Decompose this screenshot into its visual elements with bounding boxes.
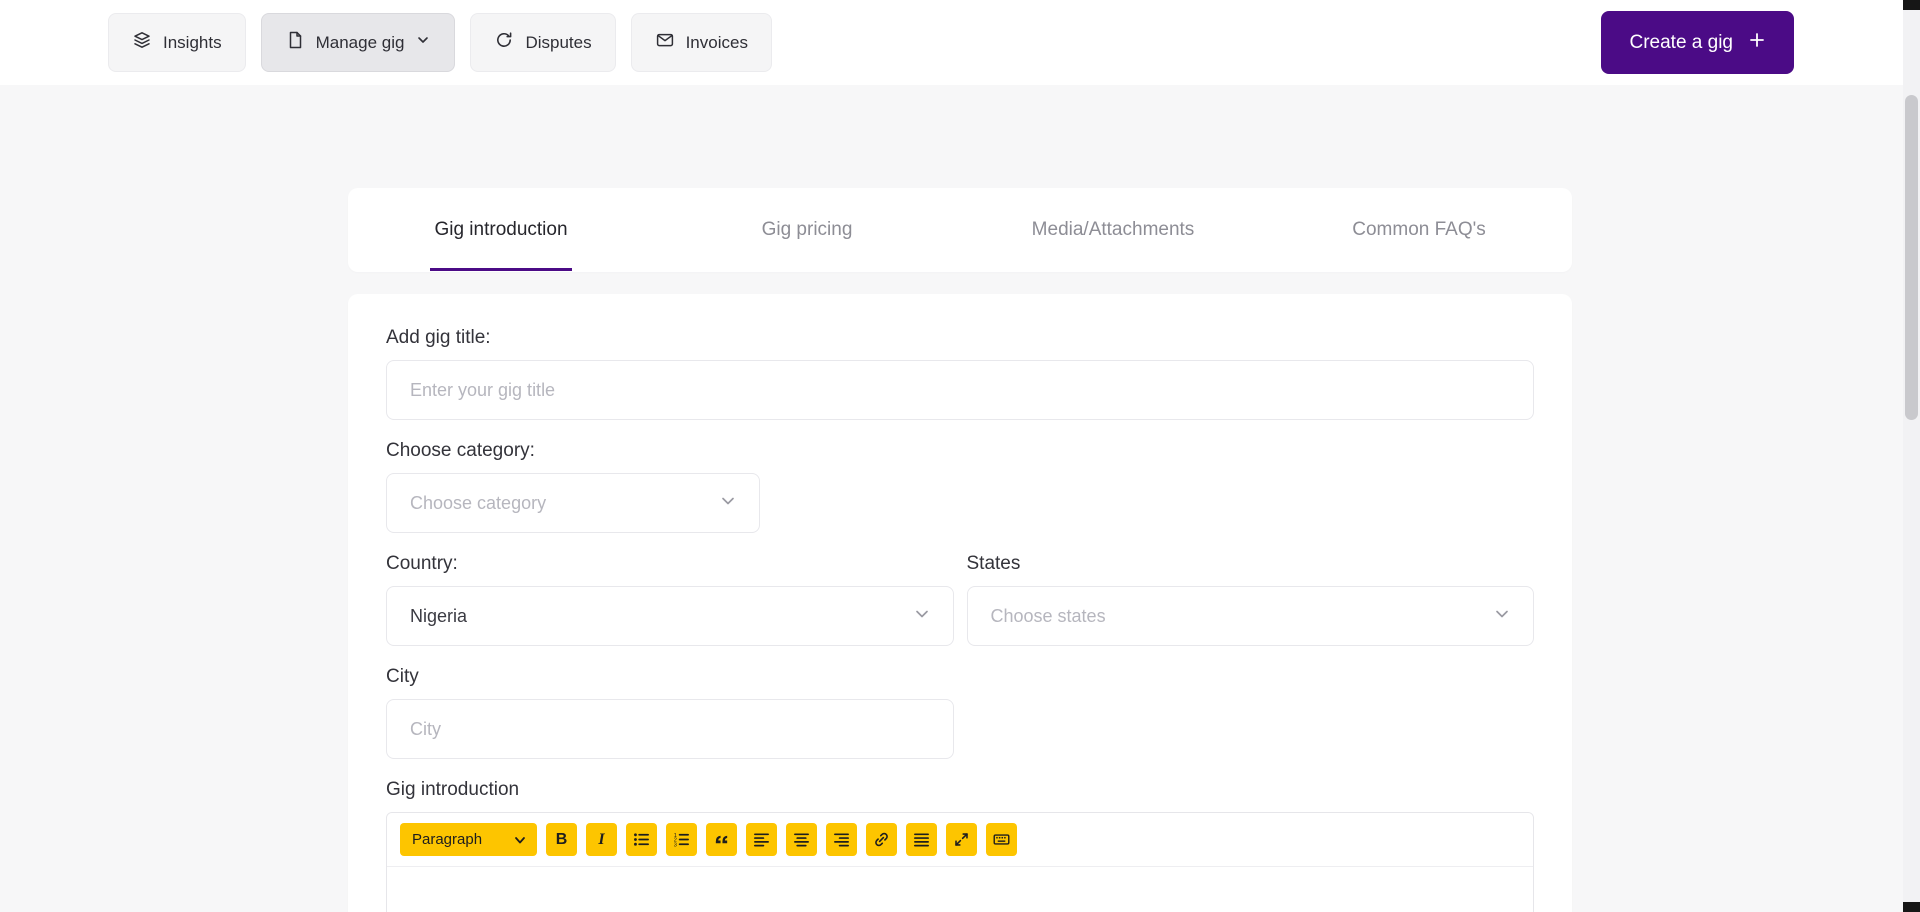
tab-common-faqs[interactable]: Common FAQ's bbox=[1266, 188, 1572, 272]
fullscreen-button[interactable] bbox=[946, 823, 977, 856]
align-justify-button[interactable] bbox=[906, 823, 937, 856]
country-select[interactable]: Nigeria bbox=[386, 586, 954, 646]
bold-button[interactable]: B bbox=[546, 823, 577, 856]
nav-invoices-button[interactable]: Invoices bbox=[630, 13, 772, 72]
keyboard-button[interactable] bbox=[986, 823, 1017, 856]
states-select[interactable]: Choose states bbox=[966, 586, 1534, 646]
italic-icon: I bbox=[598, 830, 605, 848]
document-icon bbox=[285, 30, 305, 55]
page-scrollbar[interactable] bbox=[1903, 0, 1920, 912]
blockquote-icon bbox=[713, 831, 730, 848]
top-bar: Insights Manage gig Disputes Invoices Cr… bbox=[0, 0, 1920, 85]
city-input[interactable] bbox=[386, 699, 954, 759]
scrollbar-down-button[interactable] bbox=[1903, 902, 1920, 912]
scrollbar-up-button[interactable] bbox=[1903, 0, 1920, 10]
ordered-list-icon: 123 bbox=[673, 831, 690, 848]
tab-gig-pricing[interactable]: Gig pricing bbox=[654, 188, 960, 272]
city-label: City bbox=[386, 666, 419, 687]
italic-button[interactable]: I bbox=[586, 823, 617, 856]
nav-disputes-button[interactable]: Disputes bbox=[470, 13, 616, 72]
header-nav: Insights Manage gig Disputes Invoices bbox=[108, 13, 772, 72]
align-left-button[interactable] bbox=[746, 823, 777, 856]
gig-title-label: Add gig title: bbox=[386, 327, 491, 348]
layers-icon bbox=[132, 30, 152, 55]
tab-media-attachments-label: Media/Attachments bbox=[1031, 219, 1195, 240]
gig-title-input[interactable] bbox=[386, 360, 1534, 420]
country-select-value: Nigeria bbox=[410, 605, 468, 626]
category-select[interactable]: Choose category bbox=[386, 473, 760, 533]
keyboard-icon bbox=[993, 831, 1010, 848]
chevron-down-icon bbox=[912, 604, 932, 629]
align-center-button[interactable] bbox=[786, 823, 817, 856]
tab-common-faqs-label: Common FAQ's bbox=[1352, 219, 1486, 240]
tab-gig-pricing-label: Gig pricing bbox=[761, 219, 853, 240]
align-right-icon bbox=[833, 831, 850, 848]
states-label: States bbox=[966, 553, 1021, 574]
tab-gig-introduction[interactable]: Gig introduction bbox=[348, 188, 654, 272]
chevron-down-icon bbox=[1492, 604, 1512, 629]
unordered-list-button[interactable] bbox=[626, 823, 657, 856]
nav-insights-button[interactable]: Insights bbox=[108, 13, 246, 72]
nav-invoices-label: Invoices bbox=[685, 32, 748, 52]
bold-icon: B bbox=[555, 830, 568, 848]
tab-gig-introduction-label: Gig introduction bbox=[430, 219, 572, 271]
link-icon bbox=[873, 831, 890, 848]
align-justify-icon bbox=[913, 831, 930, 848]
chevron-down-icon bbox=[513, 833, 527, 847]
mail-icon bbox=[655, 30, 675, 55]
create-gig-label: Create a gig bbox=[1629, 31, 1733, 53]
plus-icon bbox=[1748, 31, 1766, 55]
fullscreen-icon bbox=[953, 831, 970, 848]
nav-manage-gig-button[interactable]: Manage gig bbox=[260, 13, 456, 72]
scrollbar-thumb[interactable] bbox=[1905, 95, 1918, 420]
svg-text:3: 3 bbox=[674, 842, 677, 848]
link-button[interactable] bbox=[866, 823, 897, 856]
main-content: Gig introduction Gig pricing Media/Attac… bbox=[0, 85, 1920, 912]
unordered-list-icon bbox=[633, 831, 650, 848]
ordered-list-button[interactable]: 123 bbox=[666, 823, 697, 856]
nav-insights-label: Insights bbox=[163, 32, 222, 52]
align-right-button[interactable] bbox=[826, 823, 857, 856]
gig-introduction-label: Gig introduction bbox=[386, 779, 520, 800]
country-label: Country: bbox=[386, 553, 458, 574]
chevron-down-icon bbox=[415, 32, 431, 53]
nav-manage-gig-label: Manage gig bbox=[315, 32, 405, 52]
refresh-icon bbox=[494, 30, 514, 55]
states-select-placeholder: Choose states bbox=[990, 605, 1106, 626]
tab-media-attachments[interactable]: Media/Attachments bbox=[960, 188, 1266, 272]
gig-introduction-form: Add gig title: Choose category: Choose c… bbox=[348, 294, 1572, 912]
category-select-placeholder: Choose category bbox=[410, 492, 547, 513]
paragraph-style-dropdown[interactable]: Paragraph bbox=[400, 823, 537, 856]
chevron-down-icon bbox=[718, 491, 738, 516]
gig-tabs: Gig introduction Gig pricing Media/Attac… bbox=[348, 188, 1572, 272]
nav-disputes-label: Disputes bbox=[525, 32, 592, 52]
align-left-icon bbox=[753, 831, 770, 848]
category-label: Choose category: bbox=[386, 440, 535, 461]
gig-introduction-editor-area[interactable] bbox=[387, 867, 1533, 912]
create-gig-button[interactable]: Create a gig bbox=[1601, 11, 1794, 74]
blockquote-button[interactable] bbox=[706, 823, 737, 856]
rich-text-editor: Paragraph B I 1 2 3 bbox=[386, 812, 1534, 912]
paragraph-style-label: Paragraph bbox=[412, 831, 483, 848]
align-center-icon bbox=[793, 831, 810, 848]
editor-toolbar: Paragraph B I 1 2 3 bbox=[387, 813, 1533, 867]
